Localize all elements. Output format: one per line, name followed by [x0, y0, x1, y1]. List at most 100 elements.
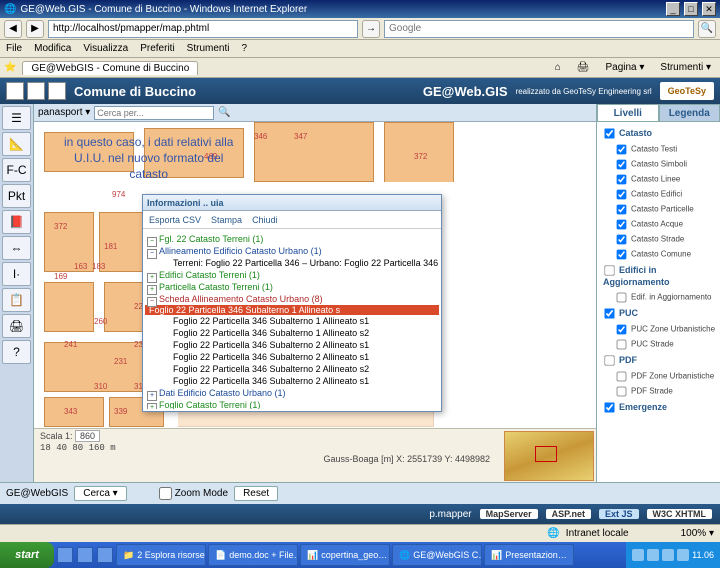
tree-node[interactable]: Allineamento Edificio Catasto Urbano (1) [145, 245, 439, 257]
tray-icon[interactable] [677, 549, 689, 561]
layer-group-checkbox[interactable] [604, 265, 614, 275]
menu-favorites[interactable]: Preferiti [140, 43, 174, 54]
menu-tools[interactable]: Strumenti [187, 43, 230, 54]
tool-info[interactable]: I· [2, 262, 31, 286]
close-button[interactable]: ✕ [702, 2, 716, 16]
forward-button[interactable]: ▶ [26, 20, 44, 38]
layer-item-checkbox[interactable] [617, 250, 627, 260]
tree-node[interactable]: Fgl. 22 Catasto Terreni (1) [145, 233, 439, 245]
layer-group[interactable]: PUC [599, 305, 718, 322]
layer-item-checkbox[interactable] [617, 340, 627, 350]
popup-tab-export[interactable]: Esporta CSV [149, 215, 201, 225]
tree-leaf[interactable]: Foglio 22 Particella 346 Subalterno 2 Al… [145, 363, 439, 375]
quicklaunch-icon[interactable] [77, 547, 93, 563]
tree-leaf[interactable]: Foglio 22 Particella 346 Subalterno 1 Al… [145, 327, 439, 339]
start-button[interactable]: start [0, 542, 54, 568]
scale-value[interactable]: 860 [75, 430, 100, 442]
search-input[interactable] [384, 20, 694, 38]
select-dropdown[interactable]: Cerca ▾ [74, 486, 126, 501]
print-button[interactable]: 🖨 [572, 60, 595, 75]
map-search-input[interactable] [94, 106, 214, 120]
tool-layers[interactable]: ☰ [2, 106, 31, 130]
layer-item-checkbox[interactable] [617, 325, 627, 335]
tree-leaf[interactable]: Foglio 22 Particella 346 Subalterno 1 Al… [145, 315, 439, 327]
layer-item[interactable]: PUC Zone Urbanistiche [599, 322, 718, 337]
layer-item[interactable]: Catasto Edifici [599, 187, 718, 202]
layer-item-checkbox[interactable] [617, 190, 627, 200]
layer-item-checkbox[interactable] [617, 205, 627, 215]
overview-map[interactable] [504, 431, 594, 481]
tool-print[interactable]: 🖨 [2, 314, 31, 338]
layer-group[interactable]: Emergenze [599, 399, 718, 416]
home-button[interactable]: ⌂ [550, 60, 566, 75]
layer-item-checkbox[interactable] [617, 372, 627, 382]
page-menu[interactable]: Pagina ▾ [600, 60, 649, 75]
taskbar-button[interactable]: 🌐GE@WebGIS C… [392, 544, 482, 566]
tool-help[interactable]: ? [2, 340, 31, 364]
menu-view[interactable]: Visualizza [83, 43, 128, 54]
tree-leaf[interactable]: Foglio 22 Particella 346 Subalterno 2 Al… [145, 375, 439, 387]
menu-file[interactable]: File [6, 43, 22, 54]
layer-group-checkbox[interactable] [604, 355, 614, 365]
minimize-button[interactable]: _ [666, 2, 680, 16]
tree-node[interactable]: Scheda Allineamento Catasto Urbano (8) [145, 293, 439, 305]
menu-help[interactable]: ? [241, 43, 247, 54]
map-canvas[interactable]: 372 974 181 163 183 227 241 260 233 231 … [34, 122, 596, 428]
layer-item[interactable]: Catasto Strade [599, 232, 718, 247]
taskbar-button[interactable]: 📊copertina_geo… [300, 544, 390, 566]
quicklaunch-icon[interactable] [97, 547, 113, 563]
taskbar-button[interactable]: 📊Presentazion… [484, 544, 574, 566]
layer-group[interactable]: Catasto [599, 125, 718, 142]
tab-layers[interactable]: Livelli [597, 104, 659, 122]
layer-item-checkbox[interactable] [617, 160, 627, 170]
tray-icon[interactable] [662, 549, 674, 561]
layer-item[interactable]: Edif. in Aggiornamento [599, 290, 718, 305]
tree-leaf[interactable]: Terreni: Foglio 22 Particella 346 – Urba… [145, 257, 439, 269]
layer-item-checkbox[interactable] [617, 220, 627, 230]
layer-item[interactable]: PDF Zone Urbanistiche [599, 369, 718, 384]
search-go-icon[interactable]: 🔍 [218, 107, 230, 118]
favorites-icon[interactable]: ⭐ [4, 62, 16, 73]
tree-node[interactable]: Edifici Catasto Terreni (1) [145, 269, 439, 281]
reset-button[interactable]: Reset [234, 486, 278, 501]
browser-tab[interactable]: GE@WebGIS - Comune di Buccino [22, 61, 198, 75]
tree-leaf[interactable]: Foglio 22 Particella 346 Subalterno 2 Al… [145, 351, 439, 363]
layer-item-checkbox[interactable] [617, 235, 627, 245]
layer-group-checkbox[interactable] [604, 308, 614, 318]
popup-title[interactable]: Informazioni .. uia [143, 195, 441, 211]
layer-group[interactable]: PDF [599, 352, 718, 369]
taskbar-button[interactable]: 📄demo.doc + File… [208, 544, 298, 566]
go-button[interactable]: → [362, 20, 380, 38]
tab-legend[interactable]: Legenda [659, 104, 720, 122]
search-button[interactable]: 🔍 [698, 20, 716, 38]
layer-item[interactable]: Catasto Particelle [599, 202, 718, 217]
layer-item-checkbox[interactable] [617, 145, 627, 155]
tree-node[interactable]: Particella Catasto Terreni (1) [145, 281, 439, 293]
tool-clipboard[interactable]: 📋 [2, 288, 31, 312]
tree-leaf[interactable]: Foglio 22 Particella 346 Subalterno 2 Al… [145, 339, 439, 351]
layer-item-checkbox[interactable] [617, 293, 627, 303]
popup-tab-print[interactable]: Stampa [211, 215, 242, 225]
menu-edit[interactable]: Modifica [34, 43, 71, 54]
back-button[interactable]: ◀ [4, 20, 22, 38]
url-input[interactable] [48, 20, 358, 38]
layer-item-checkbox[interactable] [617, 175, 627, 185]
maximize-button[interactable]: □ [684, 2, 698, 16]
layer-group[interactable]: Edifici in Aggiornamento [599, 262, 718, 290]
tool-book[interactable]: 📕 [2, 210, 31, 234]
search-category[interactable]: panasport ▾ [38, 107, 90, 118]
tree-node[interactable]: Dati Edificio Catasto Urbano (1) [145, 387, 439, 399]
tool-pan[interactable]: ⇔ [2, 236, 31, 260]
tools-menu[interactable]: Strumenti ▾ [655, 60, 716, 75]
layer-item[interactable]: PUC Strade [599, 337, 718, 352]
zoom-level[interactable]: 100% ▾ [681, 528, 714, 539]
tool-measure[interactable]: 📐 [2, 132, 31, 156]
layer-item[interactable]: Catasto Comune [599, 247, 718, 262]
zoom-mode-checkbox[interactable]: Zoom Mode [159, 487, 228, 500]
layer-item[interactable]: Catasto Simboli [599, 157, 718, 172]
system-tray[interactable]: 11.06 [626, 542, 720, 568]
tray-icon[interactable] [632, 549, 644, 561]
quicklaunch-icon[interactable] [57, 547, 73, 563]
taskbar-button[interactable]: 📁2 Esplora risorse [116, 544, 206, 566]
layer-item[interactable]: PDF Strade [599, 384, 718, 399]
